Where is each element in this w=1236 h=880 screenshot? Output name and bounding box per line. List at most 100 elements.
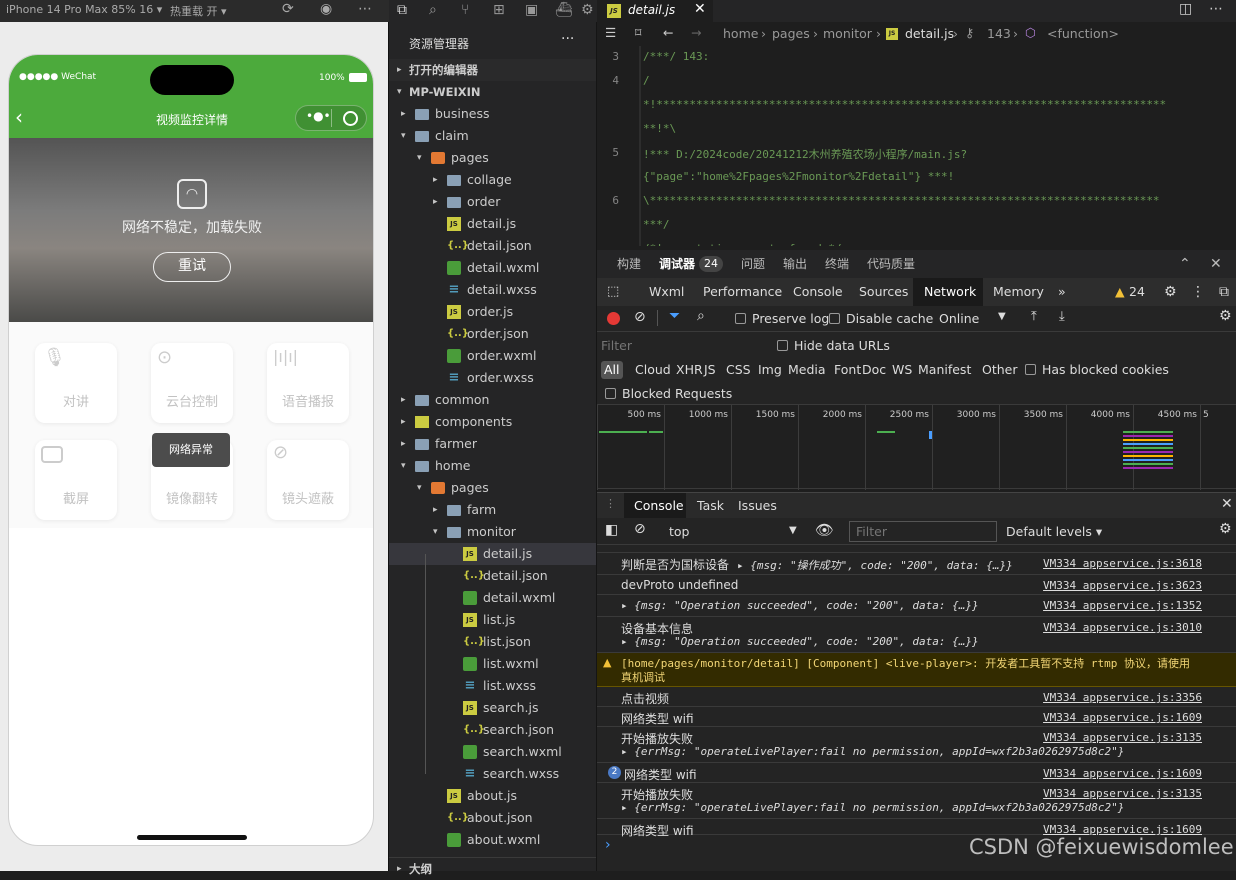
preserve-log-checkbox[interactable]: Preserve log [735, 311, 829, 326]
capsule-more-icon[interactable]: •●• [306, 109, 331, 123]
back-arrow-icon[interactable]: ‹ [15, 107, 23, 127]
explorer-more-button[interactable]: ··· [561, 31, 574, 47]
tab-detail-js[interactable]: JS detail.js ✕ [597, 0, 713, 22]
tree-item[interactable]: ▾ pages [389, 477, 596, 499]
checkbox-box[interactable] [829, 313, 840, 324]
record-icon[interactable] [607, 312, 620, 325]
stop-icon[interactable]: ◉ [320, 1, 332, 17]
split-editor-icon[interactable]: ◫ [1179, 1, 1192, 17]
type-filter-media[interactable]: Media [785, 361, 829, 379]
expandable-object[interactable]: ▸ {errMsg: "operateLivePlayer:fail no pe… [621, 745, 1124, 758]
source-link[interactable]: VM334 appservice.js:3010 [1043, 621, 1202, 634]
chevron-down-icon[interactable]: ▼ [789, 525, 797, 536]
tab-terminal[interactable]: 终端 [825, 250, 849, 278]
live-video-player[interactable]: ◠ 网络不稳定，加载失败 重试 [9, 138, 373, 322]
type-filter-ws[interactable]: WS [889, 361, 915, 379]
drawer-tab-issues[interactable]: Issues [738, 498, 777, 513]
search-icon[interactable]: ⌕ [697, 308, 705, 324]
drawer-tab-console[interactable]: Console [634, 498, 684, 513]
breadcrumb-item[interactable]: pages [772, 26, 810, 41]
type-filter-doc[interactable]: Doc [859, 361, 889, 379]
console-log-row[interactable]: devProto undefined VM334 appservice.js:36… [597, 575, 1236, 595]
log-levels-select[interactable]: Default levels ▾ [1006, 524, 1102, 539]
outline-section[interactable]: ▸ 大纲 [389, 857, 596, 879]
dock-icon[interactable]: ⧉ [1219, 278, 1229, 306]
tree-item[interactable]: ▸ farm [389, 499, 596, 521]
tab-performance[interactable]: Performance [703, 278, 782, 306]
tab-sources[interactable]: Sources [859, 278, 908, 306]
eye-icon[interactable]: 👁 [815, 521, 834, 539]
source-link[interactable]: VM334 appservice.js:3135 [1043, 787, 1202, 800]
source-link[interactable]: VM334 appservice.js:3623 [1043, 579, 1202, 592]
checkbox-box[interactable] [777, 340, 788, 351]
tree-item[interactable]: ▸ business [389, 103, 596, 125]
tree-item[interactable]: search.wxml [389, 741, 596, 763]
source-link[interactable]: VM334 appservice.js:1352 [1043, 599, 1202, 612]
settings-icon[interactable]: ⚙ [1164, 278, 1177, 306]
close-drawer-icon[interactable]: ✕ [1221, 496, 1233, 512]
tab-network[interactable]: Network [924, 278, 976, 306]
console-log-row[interactable]: 网络类型 wifi VM334 appservice.js:1609 [597, 819, 1236, 838]
tree-item[interactable]: about.wxml [389, 829, 596, 851]
control-intercom[interactable]: 🎙 对讲 [35, 343, 117, 423]
capsule-close-icon[interactable] [343, 111, 358, 126]
control-ptz[interactable]: ⊙ 云台控制 [151, 343, 233, 423]
network-overview-timeline[interactable]: 500 ms 1000 ms 1500 ms 2000 ms 2500 ms 3000 m… [597, 404, 1236, 490]
type-filter-cloud[interactable]: Cloud [632, 361, 674, 379]
debug-icon[interactable]: ⚙ [581, 2, 594, 18]
control-broadcast[interactable]: |ı|ı| 语音播报 [267, 343, 349, 423]
tree-item[interactable]: {..} about.json [389, 807, 596, 829]
tab-debugger[interactable]: 调试器 [659, 250, 695, 278]
context-select[interactable]: top [669, 524, 689, 539]
expandable-object[interactable]: ▸ {msg: "Operation succeeded", code: "20… [621, 599, 979, 612]
clear-console-icon[interactable]: ⊘ [634, 521, 646, 537]
tab-console[interactable]: Console [793, 278, 843, 306]
tab-code-quality[interactable]: 代码质量 [867, 250, 915, 278]
tree-item[interactable]: ≡ search.wxss [389, 763, 596, 785]
prompt-chevron-icon[interactable]: › [605, 837, 611, 853]
tree-item[interactable]: ▸ components [389, 411, 596, 433]
tab-wxml[interactable]: Wxml [649, 278, 684, 306]
tree-item[interactable]: ▸ collage [389, 169, 596, 191]
console-log-row[interactable]: 设备基本信息 ▸ {msg: "Operation succeeded", cod… [597, 617, 1236, 653]
clear-icon[interactable]: ⊘ [634, 309, 646, 325]
type-filter-manifest[interactable]: Manifest [915, 361, 974, 379]
tree-item[interactable]: JS detail.js [389, 213, 596, 235]
console-log-row[interactable]: 判断是否为国标设备 ▸ {msg: "操作成功", code: "200", da… [597, 553, 1236, 575]
type-filter-all[interactable]: All [601, 361, 623, 379]
source-control-icon[interactable]: ⑂ [461, 2, 469, 18]
filter-icon[interactable]: ⏷ [669, 308, 680, 324]
control-screenshot[interactable]: 截屏 [35, 440, 117, 520]
network-settings-icon[interactable]: ⚙ [1219, 308, 1232, 324]
tree-item[interactable]: ≡ list.wxss [389, 675, 596, 697]
checkbox-box[interactable] [1025, 364, 1036, 375]
source-link[interactable]: VM334 appservice.js:3618 [1043, 557, 1202, 570]
tree-item[interactable]: ▾ claim [389, 125, 596, 147]
expandable-object[interactable]: ▸ {msg: "操作成功", code: "200", data: {…}} [737, 557, 1013, 573]
source-link[interactable]: VM334 appservice.js:1609 [1043, 767, 1202, 780]
tree-item[interactable]: ≡ detail.wxss [389, 279, 596, 301]
has-blocked-cookies-checkbox[interactable]: Has blocked cookies [1025, 362, 1169, 377]
console-log-row[interactable]: 网络类型 wifi VM334 appservice.js:1609 [597, 707, 1236, 727]
tree-item[interactable]: ▾ monitor [389, 521, 596, 543]
console-log-row[interactable]: 点击视频 VM334 appservice.js:3356 [597, 687, 1236, 707]
console-log-row[interactable]: ▸ {msg: "Operation succeeded", code: "20… [597, 595, 1236, 617]
refresh-icon[interactable]: ⟳ [282, 1, 294, 17]
console-log-row[interactable]: 开始播放失败 ▸ {errMsg: "operateLivePlayer:fail… [597, 727, 1236, 763]
tree-item[interactable]: list.wxml [389, 653, 596, 675]
type-filter-css[interactable]: CSS [723, 361, 754, 379]
tree-item[interactable]: detail.wxml [389, 587, 596, 609]
tree-item[interactable]: ▾ home [389, 455, 596, 477]
sidebar-toggle-icon[interactable]: ◧ [605, 522, 618, 538]
close-icon[interactable]: ✕ [694, 1, 706, 17]
throttling-select[interactable]: Online [939, 311, 979, 326]
more-icon[interactable]: ⋯ [358, 1, 372, 17]
bookmark-icon[interactable]: ⌑ [635, 25, 641, 40]
expandable-object[interactable]: ▸ {errMsg: "operateLivePlayer:fail no pe… [621, 801, 1124, 814]
breadcrumb-item[interactable]: home [723, 26, 758, 41]
filter-input[interactable] [601, 336, 769, 355]
tree-item[interactable]: {..} search.json [389, 719, 596, 741]
control-lens-cover[interactable]: ⊘ 镜头遮蔽 [267, 440, 349, 520]
tree-item[interactable]: {..} detail.json [389, 235, 596, 257]
source-link[interactable]: VM334 appservice.js:3356 [1043, 691, 1202, 704]
